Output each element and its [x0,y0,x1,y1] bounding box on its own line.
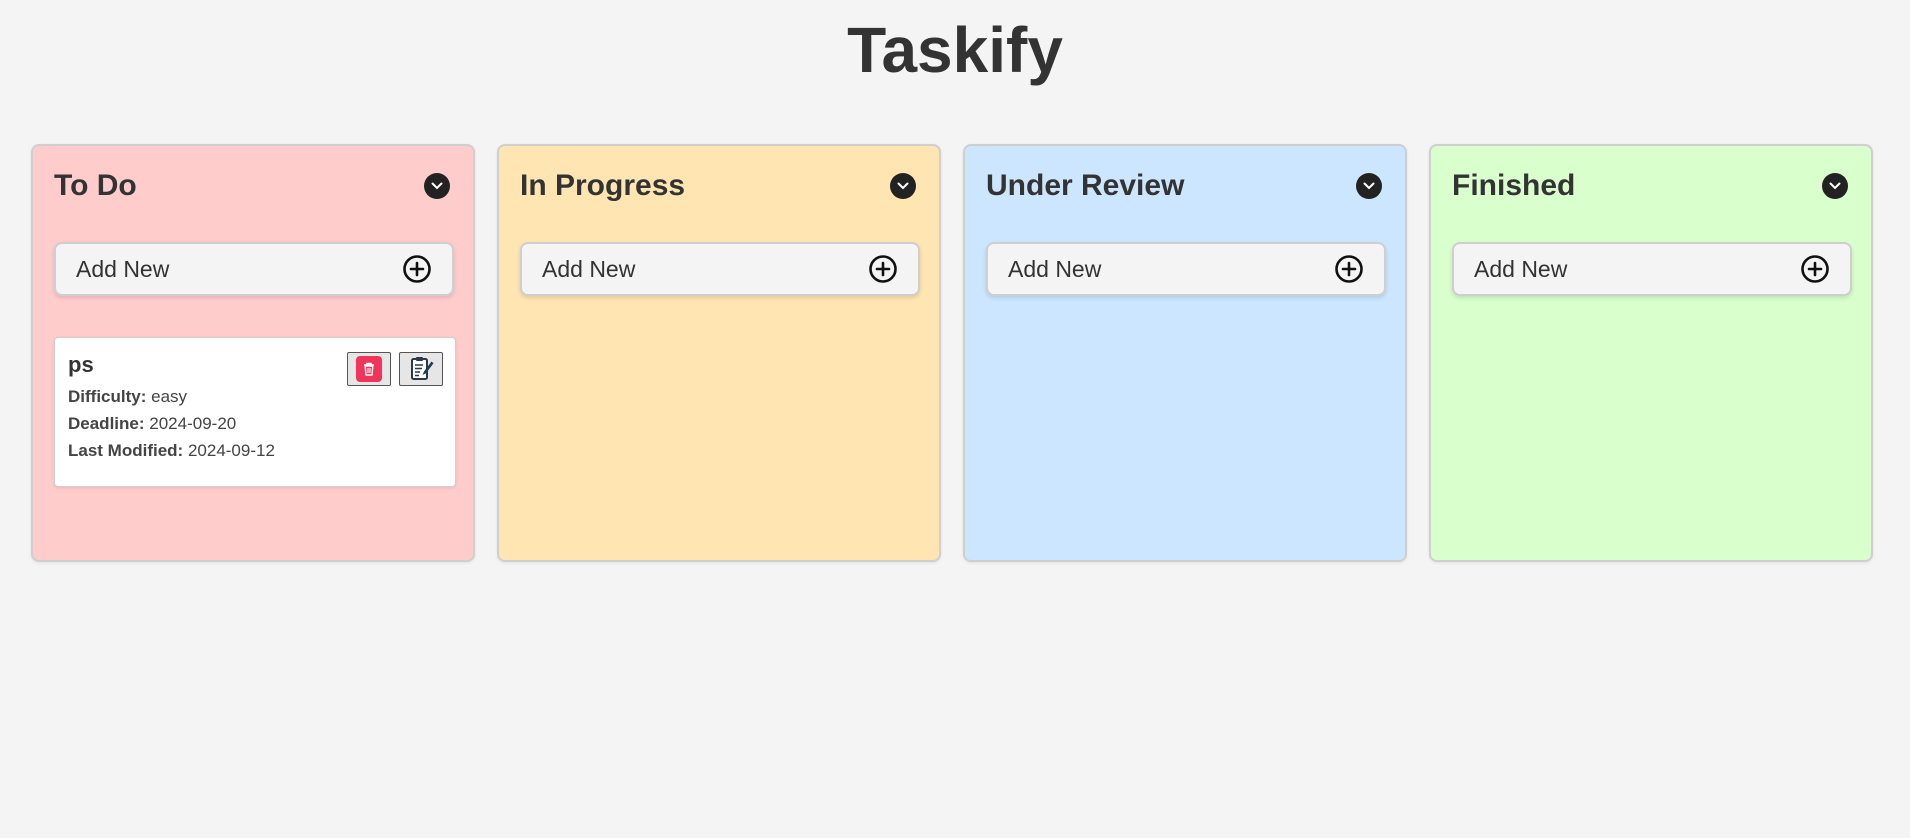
chevron-down-icon[interactable] [890,173,916,199]
task-meta: Difficulty: easy Deadline: 2024-09-20 La… [68,383,442,464]
add-new-label: Add New [1008,255,1102,282]
task-deadline: Deadline: 2024-09-20 [68,410,442,437]
last-modified-value: 2024-09-12 [187,441,275,460]
task-last-modified: Last Modified: 2024-09-12 [68,437,442,464]
task-difficulty: Difficulty: easy [68,383,442,410]
add-new-button[interactable]: Add New [1452,242,1852,296]
column-title: Finished [1452,169,1576,202]
chevron-down-icon[interactable] [1356,173,1382,199]
add-new-label: Add New [542,255,636,282]
difficulty-label: Difficulty: [68,387,147,406]
plus-circle-icon [1801,255,1829,283]
plus-circle-icon [869,255,897,283]
plus-circle-icon [1335,255,1363,283]
plus-circle-icon [403,255,431,283]
add-new-button[interactable]: Add New [986,242,1386,296]
edit-task-button[interactable] [399,352,443,386]
add-new-label: Add New [1474,255,1568,282]
column-finished: Finished Add New [1429,144,1873,562]
add-new-label: Add New [76,255,170,282]
column-header: Finished [1452,164,1850,208]
column-header: In Progress [520,164,918,208]
add-new-button[interactable]: Add New [54,242,454,296]
edit-notes-icon [411,357,434,380]
last-modified-label: Last Modified: [68,441,184,460]
add-new-button[interactable]: Add New [520,242,920,296]
chevron-down-icon[interactable] [424,173,450,199]
column-under-review: Under Review Add New [963,144,1407,562]
column-header: Under Review [986,164,1384,208]
difficulty-value: easy [151,387,188,406]
task-card[interactable]: ps Difficulty: easy Deadline: 2024-09-20… [54,337,456,487]
app-title: Taskify [847,14,1063,86]
column-todo: To Do Add New ps Difficulty: easy Deadli… [31,144,475,562]
kanban-board: To Do Add New ps Difficulty: easy Deadli… [31,144,1873,562]
trash-icon [356,356,382,382]
column-title: To Do [54,169,137,202]
column-title: Under Review [986,169,1185,202]
column-in-progress: In Progress Add New [497,144,941,562]
deadline-label: Deadline: [68,414,145,433]
column-title: In Progress [520,169,686,202]
deadline-value: 2024-09-20 [149,414,237,433]
column-header: To Do [54,164,452,208]
card-actions [347,352,443,386]
chevron-down-icon[interactable] [1822,173,1848,199]
delete-task-button[interactable] [347,352,391,386]
